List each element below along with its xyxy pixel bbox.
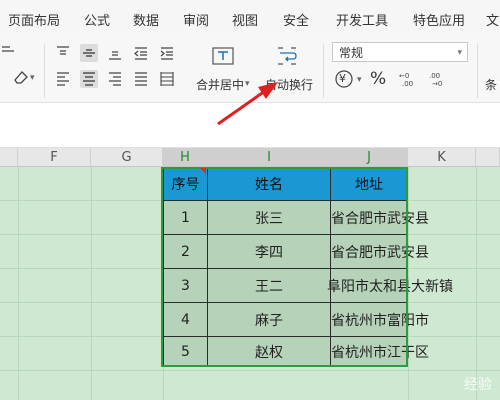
table-cell-name[interactable]: 麻子: [208, 303, 331, 337]
table-cell-address[interactable]: 省杭州市江干区: [331, 337, 429, 367]
separator: [44, 44, 45, 98]
fill-icon[interactable]: [0, 42, 18, 60]
menu-data[interactable]: 数据: [133, 10, 159, 29]
menu-security[interactable]: 安全: [283, 10, 309, 29]
table-cell-address[interactable]: 省合肥市武安县: [331, 201, 429, 235]
merge-center-label[interactable]: 合并居中: [196, 76, 244, 93]
svg-text:.00: .00: [402, 80, 413, 88]
align-bottom-icon[interactable]: [106, 44, 124, 62]
percent-button[interactable]: %: [370, 69, 386, 89]
menu-developer[interactable]: 开发工具: [336, 10, 388, 29]
menu-special[interactable]: 特色应用: [413, 10, 465, 29]
increase-indent-icon[interactable]: [158, 44, 176, 62]
menu-page-layout[interactable]: 页面布局: [8, 10, 60, 29]
separator: [477, 44, 478, 98]
table-cell-no[interactable]: 3: [163, 269, 208, 303]
menu-bar: 页面布局 公式 数据 审阅 视图 安全 开发工具 特色应用 文: [0, 0, 500, 39]
column-header-f[interactable]: F: [18, 148, 91, 167]
menu-formulas[interactable]: 公式: [84, 10, 110, 29]
align-right-icon[interactable]: [106, 70, 124, 88]
conditional-format-label[interactable]: 条: [485, 76, 497, 93]
table-cell-name[interactable]: 李四: [208, 235, 331, 269]
address-text: 阜阳市太和县大新镇: [327, 278, 453, 295]
column-header-blank: [0, 148, 18, 167]
svg-text:←0: ←0: [399, 72, 409, 80]
number-format-value: 常规: [339, 46, 364, 60]
currency-symbol: ¥: [339, 72, 346, 85]
table-cell-name[interactable]: 王二: [208, 269, 331, 303]
table-cell-name[interactable]: 张三: [208, 201, 331, 235]
table-cell-no[interactable]: 1: [163, 201, 208, 235]
wrap-text-label[interactable]: 自动换行: [265, 76, 313, 93]
wrap-text-icon[interactable]: [275, 44, 299, 68]
separator: [323, 44, 324, 98]
align-top-icon[interactable]: [54, 44, 72, 62]
merge-dropdown-icon[interactable]: ▾: [245, 79, 250, 89]
table-cell-name[interactable]: 赵权: [208, 337, 331, 367]
eraser-icon[interactable]: [12, 68, 30, 86]
svg-text:→0: →0: [432, 80, 442, 88]
chevron-down-icon: ▾: [457, 48, 462, 58]
table-header-address[interactable]: 地址: [331, 167, 408, 201]
increase-decimal-icon[interactable]: ←0.00: [398, 70, 422, 88]
menu-view[interactable]: 视图: [232, 10, 258, 29]
ribbon: ▾ 合并居中 ▾ 自动换行 常规 ▾ ¥ ▾ % ←0 .00 .00 →0 条: [0, 38, 500, 103]
grid-line: [91, 167, 92, 400]
column-header-next[interactable]: [476, 148, 500, 167]
column-header-j[interactable]: J: [331, 148, 408, 167]
column-header-i[interactable]: I: [208, 148, 331, 167]
grid-line: [0, 370, 500, 371]
table-cell-no[interactable]: 5: [163, 337, 208, 367]
grid-line: [476, 167, 477, 400]
decrease-decimal-icon[interactable]: .00 →0: [428, 70, 452, 88]
menu-review[interactable]: 审阅: [183, 10, 209, 29]
align-middle-icon[interactable]: [80, 44, 98, 62]
table-cell-no[interactable]: 2: [163, 235, 208, 269]
eraser-dropdown-icon[interactable]: ▾: [30, 73, 35, 83]
column-header-h[interactable]: H: [163, 148, 208, 167]
comment-marker-icon: [200, 168, 206, 174]
svg-text:.00: .00: [429, 72, 440, 80]
align-left-icon[interactable]: [54, 70, 72, 88]
column-header-k[interactable]: K: [408, 148, 476, 167]
table-cell-address[interactable]: 省合肥市武安县: [331, 235, 429, 269]
table-cell-no[interactable]: 4: [163, 303, 208, 337]
watermark-text: 经验: [464, 377, 492, 393]
number-format-select[interactable]: 常规 ▾: [332, 42, 468, 62]
currency-dropdown-icon[interactable]: ▾: [357, 75, 362, 85]
distributed-icon[interactable]: [158, 70, 176, 88]
justify-icon[interactable]: [132, 70, 150, 88]
table-cell-address[interactable]: 阜阳市太和县大新镇: [327, 269, 453, 303]
table-cell-address[interactable]: 省杭州市富阳市: [331, 303, 429, 337]
grid-line: [18, 167, 19, 400]
table-header-name[interactable]: 姓名: [208, 167, 331, 201]
align-center-icon[interactable]: [80, 70, 98, 88]
menu-more[interactable]: 文: [486, 10, 499, 29]
merge-center-icon[interactable]: [211, 44, 235, 68]
formula-bar-area: [0, 103, 500, 148]
decrease-indent-icon[interactable]: [132, 44, 150, 62]
column-header-g[interactable]: G: [91, 148, 163, 167]
